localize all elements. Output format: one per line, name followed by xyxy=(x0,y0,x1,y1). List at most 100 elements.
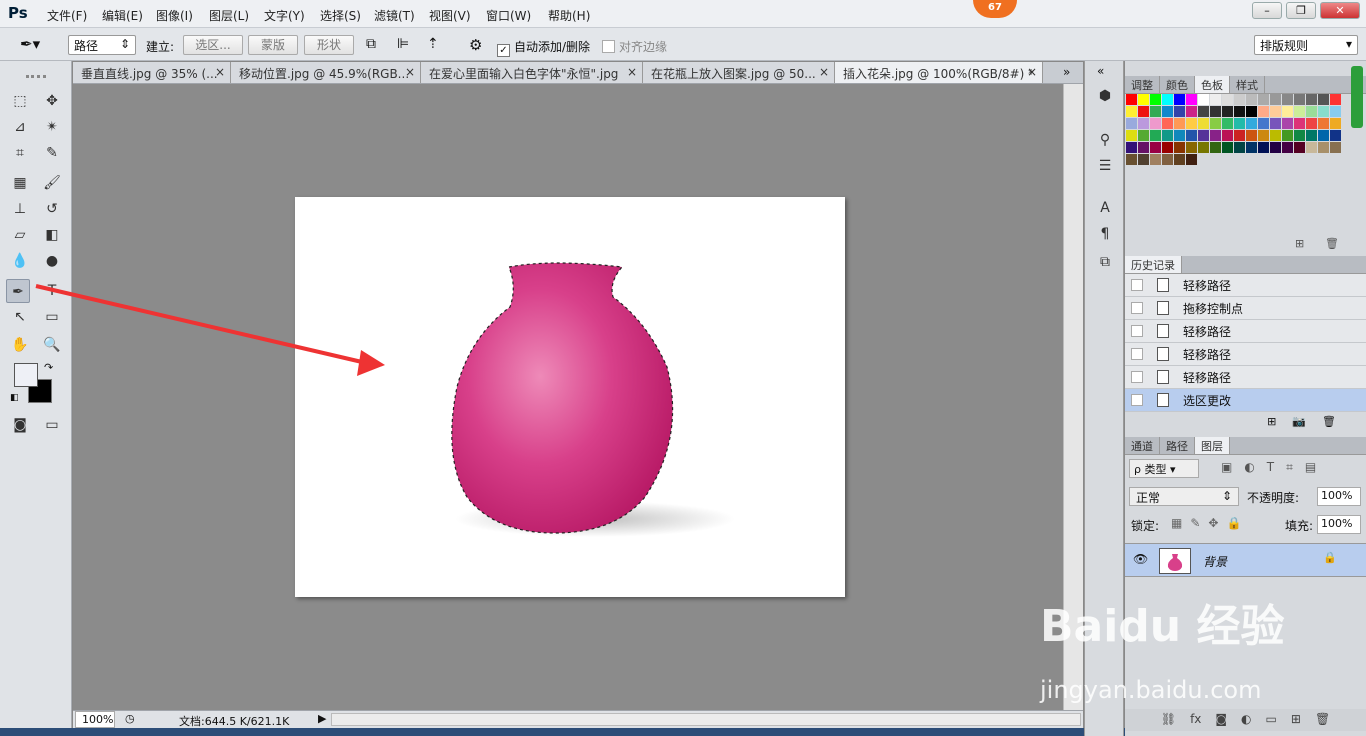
gear-icon[interactable]: ⚙ xyxy=(469,36,482,54)
lock-options-icons[interactable]: ▦✎✥🔒 xyxy=(1171,516,1249,530)
color-swatch[interactable] xyxy=(1246,118,1257,129)
color-swatch[interactable] xyxy=(1270,94,1281,105)
color-swatch[interactable] xyxy=(1282,130,1293,141)
history-source-checkbox[interactable] xyxy=(1131,371,1143,383)
color-swatch[interactable] xyxy=(1282,106,1293,117)
color-swatch[interactable] xyxy=(1270,142,1281,153)
group-folder-icon[interactable]: ▭ xyxy=(1266,712,1277,731)
menu-help[interactable]: 帮助(H) xyxy=(548,7,590,24)
paragraph-styles-icon[interactable]: ⧉ xyxy=(1093,251,1117,273)
history-item[interactable]: 轻移路径 xyxy=(1125,320,1366,343)
color-swatch[interactable] xyxy=(1126,94,1137,105)
tab-layers[interactable]: 图层 xyxy=(1195,437,1230,454)
color-swatch[interactable] xyxy=(1126,106,1137,117)
tab-color[interactable]: 颜色 xyxy=(1160,76,1195,93)
tab-close-icon[interactable]: × xyxy=(819,65,829,79)
color-swatch[interactable] xyxy=(1138,130,1149,141)
color-swatch[interactable] xyxy=(1282,142,1293,153)
color-swatch[interactable] xyxy=(1306,118,1317,129)
color-swatch[interactable] xyxy=(1294,142,1305,153)
color-swatch[interactable] xyxy=(1198,130,1209,141)
color-swatch[interactable] xyxy=(1138,106,1149,117)
color-swatch[interactable] xyxy=(1258,130,1269,141)
color-swatch[interactable] xyxy=(1150,118,1161,129)
color-swatch[interactable] xyxy=(1138,94,1149,105)
color-swatch[interactable] xyxy=(1126,142,1137,153)
color-swatch[interactable] xyxy=(1174,118,1185,129)
status-icon[interactable]: ◷ xyxy=(125,712,135,725)
character-panel-icon[interactable]: A xyxy=(1093,197,1117,219)
history-item[interactable]: 轻移路径 xyxy=(1125,366,1366,389)
color-swatch[interactable] xyxy=(1318,118,1329,129)
tab-close-icon[interactable]: × xyxy=(1027,65,1037,79)
tab-doc-active[interactable]: 插入花朵.jpg @ 100%(RGB/8#) * × xyxy=(835,62,1043,83)
color-swatch[interactable] xyxy=(1246,142,1257,153)
color-swatch[interactable] xyxy=(1318,130,1329,141)
fill-input[interactable]: 100% xyxy=(1317,515,1361,534)
dock-collapse-icon[interactable]: « xyxy=(1097,64,1104,78)
brush-presets-icon[interactable]: ⚲ xyxy=(1093,129,1117,151)
color-swatch[interactable] xyxy=(1222,118,1233,129)
history-item[interactable]: 轻移路径 xyxy=(1125,343,1366,366)
color-swatch[interactable] xyxy=(1294,106,1305,117)
color-swatch[interactable] xyxy=(1246,94,1257,105)
eye-visibility-icon[interactable]: 👁 xyxy=(1133,552,1148,566)
path-arrangement-icon[interactable]: ⇡ xyxy=(427,36,439,52)
swatch-grid[interactable] xyxy=(1126,94,1346,178)
color-swatch[interactable] xyxy=(1246,130,1257,141)
foreground-color-swatch[interactable] xyxy=(14,363,38,387)
color-swatch[interactable] xyxy=(1306,130,1317,141)
history-source-checkbox[interactable] xyxy=(1131,348,1143,360)
layer-filter-icons[interactable]: ▣◐T⌗▤ xyxy=(1221,460,1328,475)
color-swatch[interactable] xyxy=(1282,94,1293,105)
color-swatch[interactable] xyxy=(1330,94,1341,105)
color-swatch[interactable] xyxy=(1138,118,1149,129)
zoom-field[interactable]: 100% xyxy=(75,711,115,728)
color-swatch[interactable] xyxy=(1174,94,1185,105)
color-swatch[interactable] xyxy=(1258,94,1269,105)
workspace-select[interactable]: 排版规则 ▾ xyxy=(1254,35,1358,55)
delete-swatch-icon[interactable]: 🗑 xyxy=(1325,237,1339,250)
color-swatch[interactable] xyxy=(1150,94,1161,105)
color-swatch[interactable] xyxy=(1294,94,1305,105)
color-swatch[interactable] xyxy=(1210,94,1221,105)
color-swatch[interactable] xyxy=(1270,106,1281,117)
notification-badge[interactable]: 67 xyxy=(973,0,1017,18)
color-swatch[interactable] xyxy=(1330,118,1341,129)
delete-layer-icon[interactable]: 🗑 xyxy=(1315,712,1330,731)
screen-mode-icon[interactable]: ▭ xyxy=(40,413,64,437)
color-swatch[interactable] xyxy=(1162,142,1173,153)
color-swatch[interactable] xyxy=(1174,142,1185,153)
minimize-button[interactable]: – xyxy=(1252,2,1282,19)
color-swatch[interactable] xyxy=(1174,130,1185,141)
color-swatch[interactable] xyxy=(1306,106,1317,117)
color-swatch[interactable] xyxy=(1294,130,1305,141)
blend-mode-select[interactable]: 正常 ⇕ xyxy=(1129,487,1239,506)
history-source-checkbox[interactable] xyxy=(1131,325,1143,337)
color-swatch[interactable] xyxy=(1210,130,1221,141)
color-swatch[interactable] xyxy=(1150,154,1161,165)
color-swatch[interactable] xyxy=(1282,118,1293,129)
new-swatch-icon[interactable]: ⊞ xyxy=(1295,237,1304,250)
color-swatch[interactable] xyxy=(1174,154,1185,165)
history-item[interactable]: 轻移路径 xyxy=(1125,274,1366,297)
adjustments-icon[interactable]: ☰ xyxy=(1093,155,1117,177)
color-swatch[interactable] xyxy=(1162,118,1173,129)
color-swatch[interactable] xyxy=(1306,142,1317,153)
new-document-from-state-icon[interactable]: ⊞ xyxy=(1267,415,1276,432)
snapshot-camera-icon[interactable]: 📷 xyxy=(1292,415,1306,432)
new-layer-icon[interactable]: ⊞ xyxy=(1291,712,1301,731)
color-swatch[interactable] xyxy=(1318,94,1329,105)
color-swatch[interactable] xyxy=(1186,94,1197,105)
color-swatch[interactable] xyxy=(1138,142,1149,153)
color-swatch[interactable] xyxy=(1234,118,1245,129)
color-swatch[interactable] xyxy=(1198,118,1209,129)
quick-mask-icon[interactable]: ◙ xyxy=(8,413,32,437)
tab-overflow-icon[interactable]: » xyxy=(1063,65,1070,79)
history-source-checkbox[interactable] xyxy=(1131,302,1143,314)
color-swatch[interactable] xyxy=(1222,142,1233,153)
color-swatch[interactable] xyxy=(1222,106,1233,117)
color-swatch[interactable] xyxy=(1294,118,1305,129)
history-item[interactable]: 选区更改 xyxy=(1125,389,1366,412)
tab-history[interactable]: 历史记录 xyxy=(1125,256,1182,273)
